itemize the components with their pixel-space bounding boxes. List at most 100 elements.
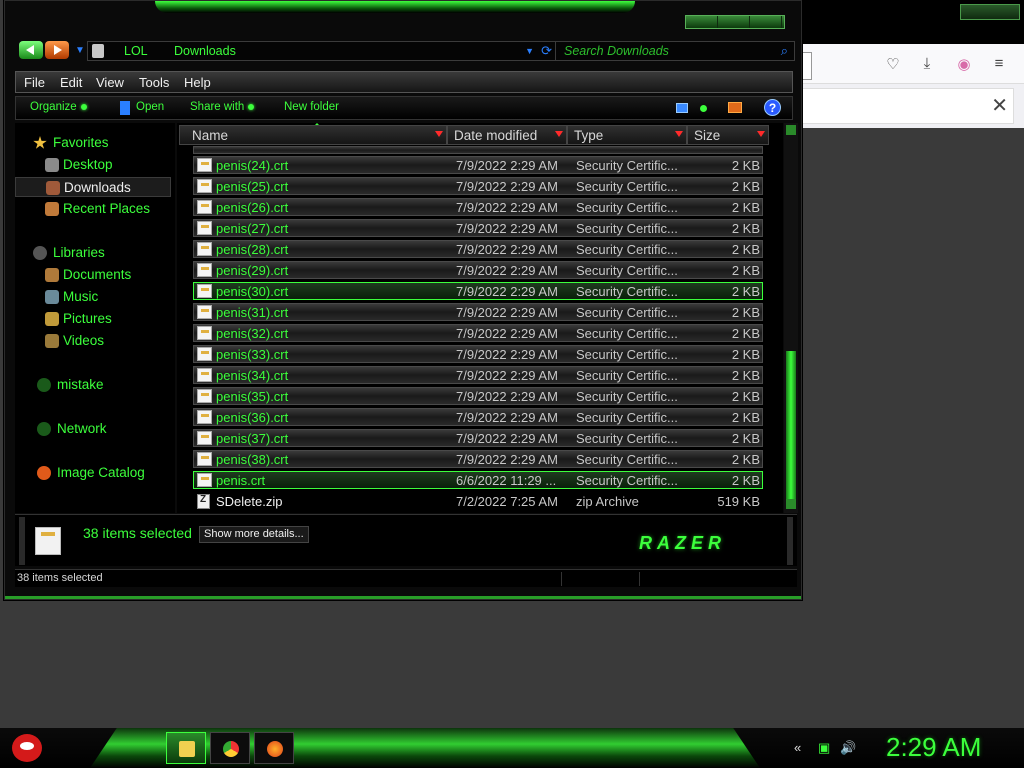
menu-file[interactable]: File (24, 75, 45, 90)
taskbar-firefox[interactable] (254, 732, 294, 764)
column-header-date[interactable]: Date modified (447, 125, 567, 145)
nav-recent-places[interactable]: Recent Places (15, 199, 171, 219)
download-icon[interactable]: ⤓ (916, 55, 938, 73)
status-separator (561, 572, 562, 586)
column-filter-icon[interactable] (435, 131, 443, 137)
file-row[interactable]: penis(33).crt 7/9/2022 2:29 AM Security Ce… (193, 345, 763, 363)
file-row[interactable]: penis(30).crt 7/9/2022 2:29 AM Security Ce… (193, 282, 763, 300)
clock[interactable]: 2:29 AM (886, 732, 981, 763)
pocket-icon[interactable]: ♡ (882, 55, 904, 73)
menu-tools[interactable]: Tools (139, 75, 169, 90)
angry-bird-icon (12, 734, 42, 762)
column-filter-icon[interactable] (757, 131, 765, 137)
nav-downloads[interactable]: Downloads (15, 177, 171, 197)
file-row[interactable]: penis.crt 6/6/2022 11:29 ... Security Cert… (193, 471, 763, 489)
search-input[interactable] (556, 42, 766, 60)
search-box[interactable]: ⌕ (555, 41, 795, 61)
close-icon[interactable]: ✕ (991, 93, 1008, 118)
new-folder-button[interactable]: New folder (284, 101, 339, 113)
scroll-up-arrow[interactable] (786, 125, 796, 135)
file-row[interactable]: penis(27).crt 7/9/2022 2:29 AM Security Ce… (193, 219, 763, 237)
file-row[interactable]: penis(26).crt 7/9/2022 2:29 AM Security Ce… (193, 198, 763, 216)
nav-music[interactable]: Music (15, 287, 171, 307)
nav-mistake[interactable]: mistake (15, 375, 171, 395)
column-filter-icon[interactable] (555, 131, 563, 137)
open-button[interactable]: Open (136, 101, 164, 113)
help-icon[interactable]: ? (764, 99, 781, 116)
menu-edit[interactable]: Edit (60, 75, 82, 90)
certificate-file-icon (197, 347, 212, 361)
menu-icon[interactable]: ≡ (988, 55, 1010, 73)
nav-libraries[interactable]: Libraries (15, 243, 171, 263)
file-row[interactable]: penis(25).crt 7/9/2022 2:29 AM Security Ce… (193, 177, 763, 195)
nav-network[interactable]: Network (15, 419, 171, 439)
volume-icon[interactable]: 🔊 (840, 740, 856, 756)
scroll-down-arrow[interactable] (786, 499, 796, 509)
file-name: penis(35).crt (216, 389, 289, 404)
network-status-icon[interactable]: ▣ (818, 740, 830, 756)
refresh-icon[interactable]: ⟳ (541, 43, 552, 59)
file-row[interactable]: penis(31).crt 7/9/2022 2:29 AM Security Ce… (193, 303, 763, 321)
nav-network-label: Network (57, 421, 107, 436)
breadcrumb-lol[interactable]: LOL (124, 44, 148, 58)
file-name: penis(27).crt (216, 221, 289, 236)
recent-pages-dropdown-icon[interactable]: ▼ (75, 45, 85, 56)
share-with-button[interactable]: Share with (190, 101, 255, 113)
view-options-icon[interactable] (700, 105, 707, 112)
file-row[interactable]: penis(28).crt 7/9/2022 2:29 AM Security Ce… (193, 240, 763, 258)
file-size: 2 KB (731, 410, 760, 425)
account-icon[interactable]: ◉ (953, 55, 975, 73)
taskbar-explorer[interactable] (166, 732, 206, 764)
column-filter-icon[interactable] (675, 131, 683, 137)
file-row[interactable]: penis(34).crt 7/9/2022 2:29 AM Security Ce… (193, 366, 763, 384)
vertical-scrollbar[interactable] (784, 123, 798, 513)
forward-button[interactable] (45, 41, 69, 59)
browser-window-controls[interactable] (960, 4, 1020, 20)
file-name: penis(34).crt (216, 368, 289, 383)
window-controls[interactable] (685, 15, 785, 29)
file-date: 7/9/2022 2:29 AM (456, 179, 558, 194)
file-row[interactable]: penis(36).crt 7/9/2022 2:29 AM Security Ce… (193, 408, 763, 426)
menu-view[interactable]: View (96, 75, 124, 90)
scroll-thumb[interactable] (786, 351, 796, 499)
address-dropdown-icon[interactable]: ▼ (525, 46, 534, 56)
file-size: 2 KB (731, 389, 760, 404)
music-icon (45, 290, 59, 304)
file-name: penis.crt (216, 473, 266, 488)
back-button[interactable] (19, 41, 43, 59)
file-row[interactable]: penis(29).crt 7/9/2022 2:29 AM Security Ce… (193, 261, 763, 279)
show-more-details-button[interactable]: Show more details... (199, 526, 309, 543)
chevron-up-icon[interactable]: « (794, 740, 801, 755)
nav-documents[interactable]: Documents (15, 265, 171, 285)
nav-favorites[interactable]: Favorites (15, 133, 171, 153)
file-row[interactable]: penis(37).crt 7/9/2022 2:29 AM Security Ce… (193, 429, 763, 447)
file-row[interactable]: penis(32).crt 7/9/2022 2:29 AM Security Ce… (193, 324, 763, 342)
preview-pane-icon[interactable] (728, 102, 742, 113)
file-name: penis(37).crt (216, 431, 289, 446)
organize-button[interactable]: Organize (30, 101, 87, 113)
column-size-label: Size (694, 128, 721, 143)
nav-desktop[interactable]: Desktop (15, 155, 171, 175)
change-view-icon[interactable] (676, 103, 688, 113)
column-header-size[interactable]: Size (687, 125, 769, 145)
file-row[interactable]: penis(35).crt 7/9/2022 2:29 AM Security Ce… (193, 387, 763, 405)
search-icon[interactable]: ⌕ (781, 43, 788, 59)
menu-help[interactable]: Help (184, 75, 211, 90)
address-bar[interactable]: LOL Downloads ▼ ⟳ (87, 41, 557, 61)
nav-pictures[interactable]: Pictures (15, 309, 171, 329)
nav-videos[interactable]: Videos (15, 331, 171, 351)
column-header-name[interactable]: Name (179, 125, 447, 145)
file-row[interactable]: penis(24).crt 7/9/2022 2:29 AM Security Ce… (193, 156, 763, 174)
taskbar-chrome[interactable] (210, 732, 250, 764)
breadcrumb-downloads[interactable]: Downloads (174, 44, 236, 58)
start-button[interactable] (8, 730, 48, 766)
column-header-type[interactable]: Type (567, 125, 687, 145)
column-type-label: Type (574, 128, 604, 143)
file-row-partial[interactable] (193, 146, 763, 154)
file-row[interactable]: SDelete.zip 7/2/2022 7:25 AM zip Archive 51… (193, 492, 763, 510)
file-name: SDelete.zip (216, 494, 283, 509)
file-type: Security Certific... (576, 347, 678, 362)
nav-image-catalog-label: Image Catalog (57, 465, 145, 480)
nav-image-catalog[interactable]: Image Catalog (15, 463, 171, 483)
file-row[interactable]: penis(38).crt 7/9/2022 2:29 AM Security Ce… (193, 450, 763, 468)
